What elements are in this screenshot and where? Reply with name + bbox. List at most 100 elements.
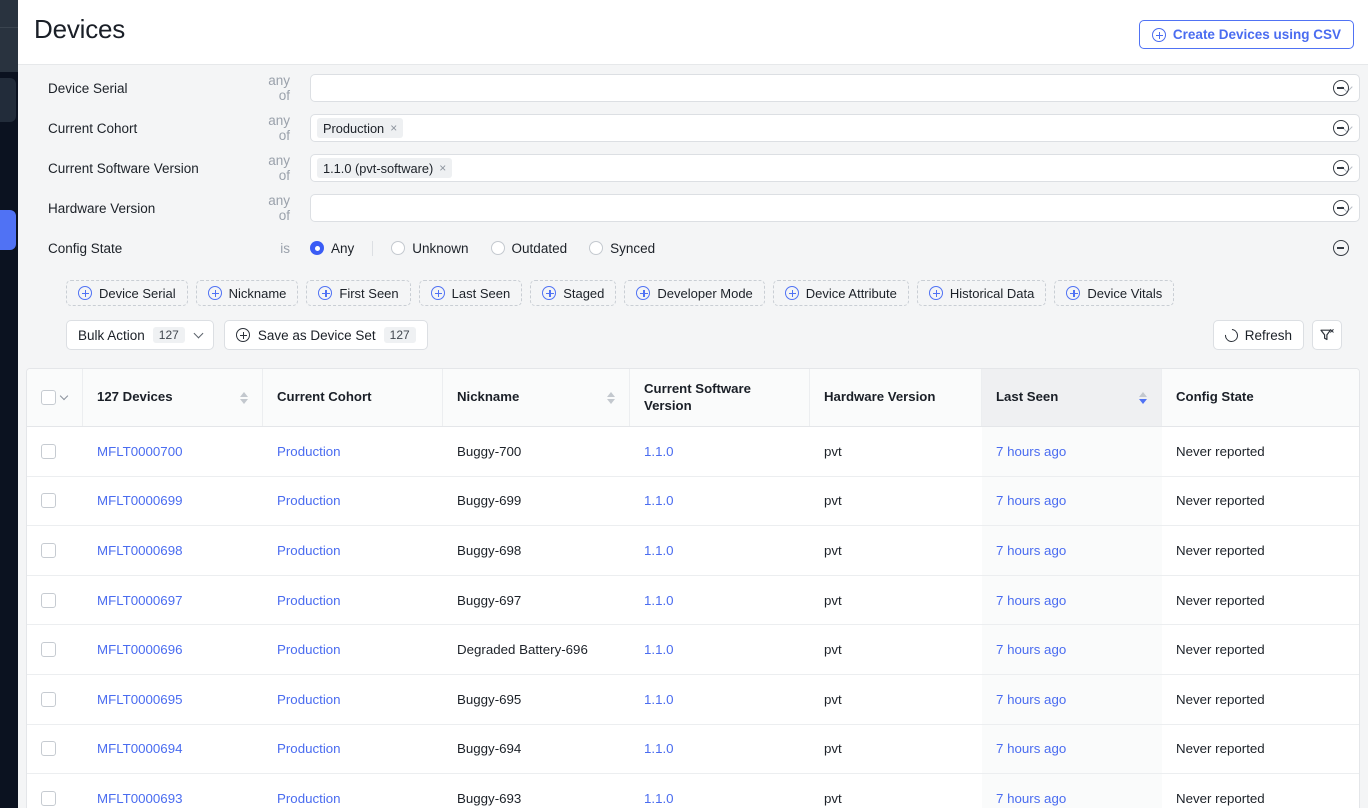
table-row[interactable]: MFLT0000693 Production Buggy-693 1.1.0 pvt 7 … <box>27 774 1359 808</box>
add-filter-device-serial[interactable]: Device Serial <box>66 280 188 306</box>
create-devices-using-csv-button[interactable]: Create Devices using CSV <box>1138 20 1354 49</box>
select-all-checkbox[interactable] <box>41 390 56 405</box>
save-as-device-set-button[interactable]: Save as Device Set 127 <box>223 320 428 350</box>
column-header-current-software-version[interactable]: Current Software Version <box>630 369 810 426</box>
cell-cohort[interactable]: Production <box>263 576 443 625</box>
cell-seen[interactable]: 7 hours ago <box>982 625 1162 674</box>
row-checkbox[interactable] <box>41 493 56 509</box>
table-row[interactable]: MFLT0000696 Production Degraded Battery-69… <box>27 625 1359 675</box>
cell-serial[interactable]: MFLT0000695 <box>83 675 263 724</box>
column-header-current-cohort[interactable]: Current Cohort <box>263 369 443 426</box>
column-header-config-state[interactable]: Config State <box>1162 369 1359 426</box>
config-state-option-synced[interactable]: Synced <box>589 241 655 256</box>
config-state-option-outdated[interactable]: Outdated <box>490 241 567 256</box>
cell-serial[interactable]: MFLT0000697 <box>83 576 263 625</box>
radio-icon[interactable] <box>589 241 604 255</box>
remove-filter-button[interactable] <box>1333 120 1349 136</box>
hardware-version-select[interactable] <box>310 194 1360 222</box>
refresh-button[interactable]: Refresh <box>1212 320 1304 350</box>
cell-sw[interactable]: 1.1.0 <box>630 675 810 724</box>
device-serial-select[interactable] <box>310 74 1360 102</box>
chip-remove-icon[interactable]: × <box>390 122 397 134</box>
add-filter-device-vitals[interactable]: Device Vitals <box>1054 280 1175 306</box>
cell-cohort[interactable]: Production <box>263 675 443 724</box>
cell-seen[interactable]: 7 hours ago <box>982 774 1162 808</box>
sort-toggle-icon[interactable] <box>1138 391 1147 404</box>
chip-remove-icon[interactable]: × <box>439 162 446 174</box>
column-header-device-serial[interactable]: 127 Devices <box>83 369 263 426</box>
sidebar-item-devices-active[interactable] <box>0 210 16 250</box>
filter-chip-software-version[interactable]: 1.1.0 (pvt-software) × <box>317 158 453 178</box>
cell-serial[interactable]: MFLT0000694 <box>83 725 263 774</box>
table-row[interactable]: MFLT0000700 Production Buggy-700 1.1.0 pvt 7 … <box>27 427 1359 477</box>
remove-filter-button[interactable] <box>1333 160 1349 176</box>
sort-toggle-icon[interactable] <box>239 391 248 404</box>
radio-icon[interactable] <box>391 241 406 255</box>
bulk-action-button[interactable]: Bulk Action 127 <box>66 320 214 350</box>
add-filter-first-seen[interactable]: First Seen <box>306 280 411 306</box>
cell-seen[interactable]: 7 hours ago <box>982 674 1162 724</box>
remove-filter-button[interactable] <box>1333 80 1349 96</box>
remove-filter-button[interactable] <box>1333 200 1349 216</box>
table-row[interactable]: MFLT0000698 Production Buggy-698 1.1.0 pvt 7 … <box>27 526 1359 576</box>
cell-seen[interactable]: 7 hours ago <box>982 575 1162 625</box>
cell-sw[interactable]: 1.1.0 <box>630 477 810 526</box>
table-row[interactable]: MFLT0000695 Production Buggy-695 1.1.0 pvt 7 … <box>27 674 1359 725</box>
row-checkbox[interactable] <box>41 592 56 608</box>
cell-cohort[interactable]: Production <box>263 477 443 526</box>
table-row[interactable]: MFLT0000694 Production Buggy-694 1.1.0 pvt 7 … <box>27 724 1359 775</box>
column-header-nickname[interactable]: Nickname <box>443 369 630 426</box>
table-row[interactable]: MFLT0000697 Production Buggy-697 1.1.0 pvt 7 … <box>27 575 1359 626</box>
cell-sw[interactable]: 1.1.0 <box>630 576 810 625</box>
cell-serial[interactable]: MFLT0000693 <box>83 774 263 808</box>
cell-seen[interactable]: 7 hours ago <box>982 724 1162 774</box>
cell-sw[interactable]: 1.1.0 <box>630 526 810 575</box>
filter-chip-production[interactable]: Production × <box>317 118 404 138</box>
row-checkbox[interactable] <box>41 741 56 757</box>
cell-serial[interactable]: MFLT0000699 <box>83 477 263 526</box>
cell-cfg: Never reported <box>1162 576 1359 625</box>
current-software-version-select[interactable]: 1.1.0 (pvt-software) × <box>310 154 1360 182</box>
cell-sw-text: 1.1.0 <box>644 642 674 658</box>
row-checkbox[interactable] <box>41 542 56 558</box>
sidebar-item-collapsed[interactable] <box>0 78 16 122</box>
filter-row-current-cohort: Current Cohort any of Production × <box>26 110 1360 146</box>
add-filter-nickname[interactable]: Nickname <box>195 280 299 306</box>
cell-sw[interactable]: 1.1.0 <box>630 725 810 774</box>
cell-seen[interactable]: 7 hours ago <box>982 427 1162 476</box>
cell-cohort[interactable]: Production <box>263 725 443 774</box>
add-filter-last-seen[interactable]: Last Seen <box>418 280 523 306</box>
cell-cohort[interactable]: Production <box>263 427 443 476</box>
cell-serial[interactable]: MFLT0000696 <box>83 625 263 674</box>
cell-cohort[interactable]: Production <box>263 625 443 674</box>
cell-cohort[interactable]: Production <box>263 774 443 808</box>
column-header-hardware-version[interactable]: Hardware Version <box>810 369 982 426</box>
cell-sw[interactable]: 1.1.0 <box>630 625 810 674</box>
cell-serial[interactable]: MFLT0000698 <box>83 526 263 575</box>
clear-filters-button[interactable] <box>1312 320 1342 350</box>
row-checkbox[interactable] <box>41 691 56 707</box>
cell-sw[interactable]: 1.1.0 <box>630 774 810 808</box>
row-checkbox[interactable] <box>41 642 56 658</box>
radio-selected-icon[interactable] <box>310 241 324 255</box>
add-filter-historical-data[interactable]: Historical Data <box>916 280 1047 306</box>
cell-seen[interactable]: 7 hours ago <box>982 476 1162 526</box>
add-filter-staged[interactable]: Staged <box>530 280 617 306</box>
remove-filter-button[interactable] <box>1333 240 1349 256</box>
column-header-last-seen[interactable]: Last Seen <box>982 369 1162 426</box>
config-state-option-any[interactable]: Any <box>310 241 354 256</box>
add-filter-device-attribute[interactable]: Device Attribute <box>772 280 909 306</box>
add-filter-developer-mode[interactable]: Developer Mode <box>624 280 765 306</box>
sort-toggle-icon[interactable] <box>606 391 615 404</box>
row-checkbox[interactable] <box>41 443 56 459</box>
cell-serial[interactable]: MFLT0000700 <box>83 427 263 476</box>
table-row[interactable]: MFLT0000699 Production Buggy-699 1.1.0 pvt 7 … <box>27 476 1359 527</box>
chevron-down-icon[interactable] <box>59 391 69 401</box>
current-cohort-select[interactable]: Production × <box>310 114 1360 142</box>
cell-sw[interactable]: 1.1.0 <box>630 427 810 476</box>
radio-icon[interactable] <box>490 241 505 255</box>
config-state-option-unknown[interactable]: Unknown <box>391 241 469 256</box>
cell-seen[interactable]: 7 hours ago <box>982 526 1162 575</box>
cell-cohort[interactable]: Production <box>263 526 443 575</box>
row-checkbox[interactable] <box>41 790 56 806</box>
